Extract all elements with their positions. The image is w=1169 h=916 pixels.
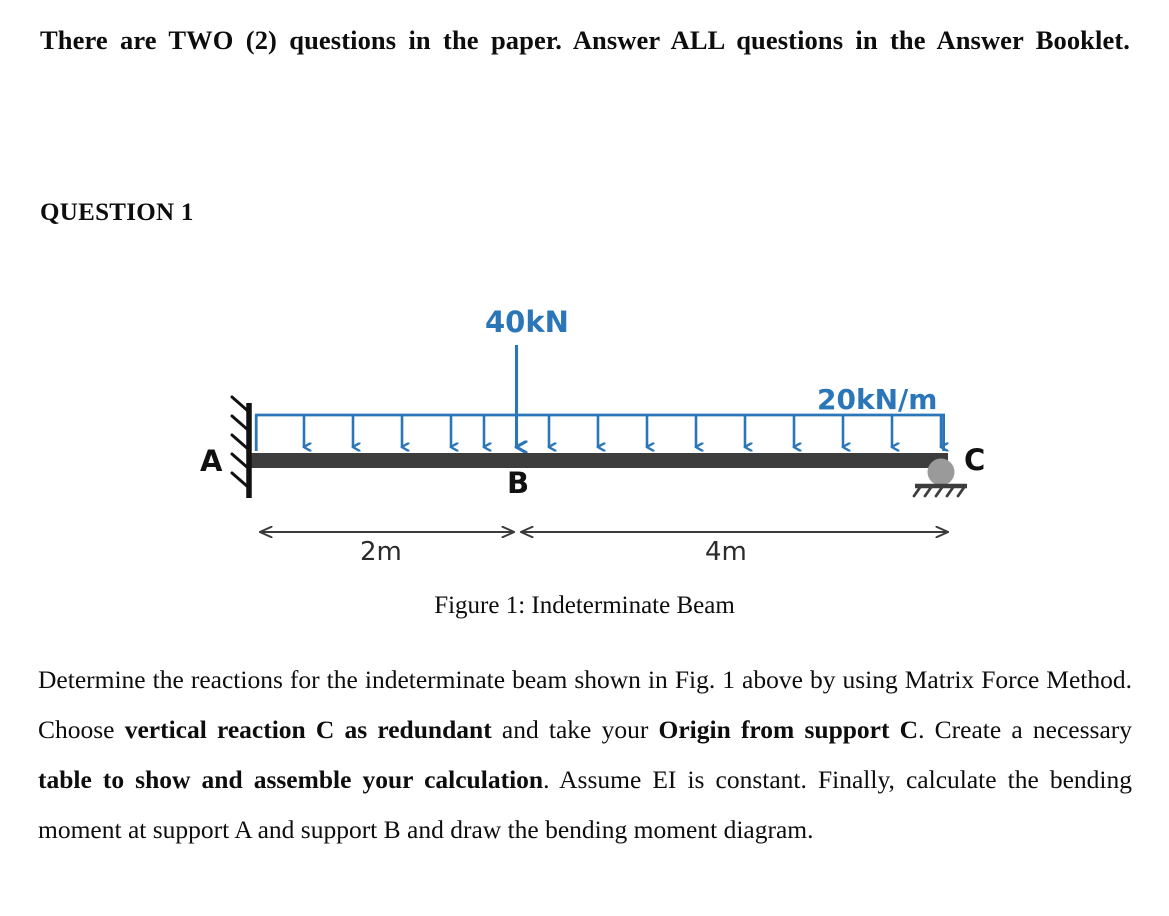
body-run-5: table to show and assemble your calculat… [38, 764, 544, 794]
udl-load-label: 20kN/m [817, 383, 937, 416]
dimension-line-4m: 4m [521, 532, 948, 567]
beam-member [248, 453, 948, 468]
fixed-support-a [230, 395, 252, 498]
roller-circle [927, 458, 955, 486]
point-load-label: 40kN [485, 305, 569, 339]
node-label-b: B [507, 466, 529, 500]
figure-caption: Figure 1: Indeterminate Beam [434, 592, 735, 619]
question-body-text: Determine the reactions for the indeterm… [38, 655, 1132, 855]
body-run-4: . Create a necessary [918, 714, 1133, 744]
dimension-line-2m: 2m [260, 532, 514, 567]
node-label-c: C [964, 443, 985, 477]
body-run-2: and take your [491, 714, 659, 744]
distributed-load-udl: 20kN/m [254, 383, 945, 451]
dimension-label-4m: 4m [705, 537, 747, 567]
dimension-label-2m: 2m [360, 537, 402, 567]
udl-arrows [304, 415, 944, 451]
question-heading: QUESTION 1 [40, 199, 194, 226]
document-page: There are TWO (2) questions in the paper… [0, 0, 1169, 916]
beam-diagram-figure: 20kN/m 40kN A B C 2m 4m [0, 255, 1169, 585]
body-run-3: Origin from support C [658, 714, 919, 744]
node-label-a: A [200, 444, 223, 478]
exam-instruction-text: There are TWO (2) questions in the paper… [40, 25, 1130, 55]
point-load-40kn: 40kN [485, 305, 569, 447]
body-run-1: vertical reaction C as redundant [124, 714, 492, 744]
